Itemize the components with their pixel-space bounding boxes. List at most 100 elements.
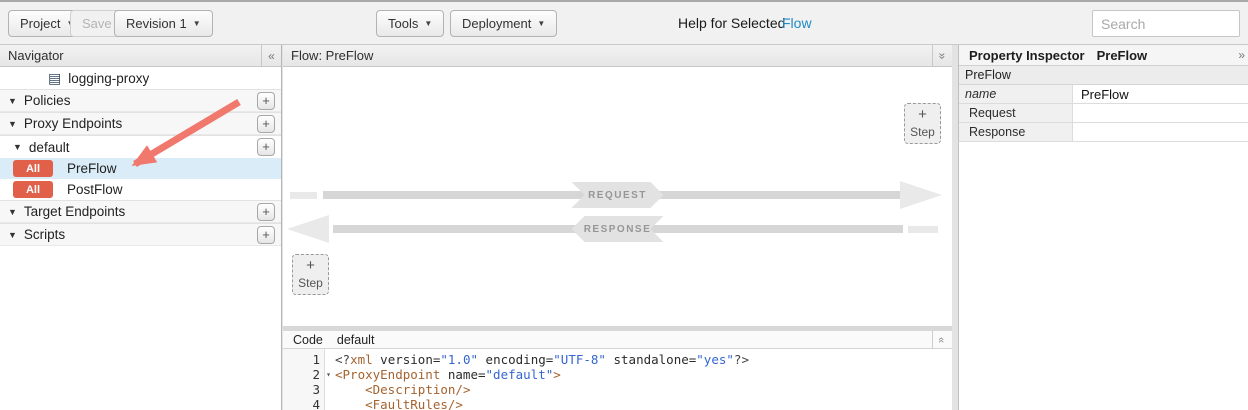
proxy-document-icon: ▤ [48,71,61,85]
flow-panel: Flow: PreFlow » + Step REQUEST RESPONSE … [283,45,952,326]
plus-icon: + [306,259,315,273]
property-value-input[interactable] [1073,123,1248,141]
navigator-panel: Navigator « ▤ logging-proxy ▼ Policies +… [0,45,282,410]
nav-item-postflow[interactable]: All PostFlow [0,179,281,200]
line-number: 1 [283,352,324,367]
chevron-expanded-icon[interactable]: ▼ [8,207,17,217]
preflow-label: PreFlow [67,161,117,176]
response-flow-label[interactable]: RESPONSE [572,216,664,242]
code-line: <ProxyEndpoint name="default"> [335,367,952,382]
project-menu-label: Project [20,16,60,31]
expand-panel-icon[interactable]: » [1238,48,1245,62]
add-policy-button[interactable]: + [257,92,275,110]
nav-section-scripts[interactable]: ▼ Scripts + [0,223,281,246]
save-button-label: Save [82,16,112,31]
target-endpoints-label: Target Endpoints [24,204,125,219]
scripts-label: Scripts [24,227,65,242]
nav-item-preflow[interactable]: All PreFlow [0,158,281,179]
line-number: 3 [283,382,324,397]
tools-menu-button[interactable]: Tools ▼ [376,10,444,37]
search-input[interactable] [1092,10,1240,37]
property-inspector-title: Property Inspector [969,48,1085,63]
chevron-expanded-icon[interactable]: ▼ [8,119,17,129]
top-toolbar: Project ▼ Save Revision 1 ▼ Tools ▼ Depl… [0,0,1248,45]
collapse-down-icon[interactable]: « [932,331,950,349]
nav-section-proxy-endpoints[interactable]: ▼ Proxy Endpoints + [0,112,281,135]
request-flow-label[interactable]: REQUEST [572,182,664,208]
add-flow-button[interactable]: + [257,138,275,156]
deployment-menu-button[interactable]: Deployment ▼ [450,10,557,37]
postflow-label: PostFlow [67,182,123,197]
line-number-gutter: 12▾34 [283,349,325,410]
flow-panel-header: Flow: PreFlow » [283,45,952,67]
collapse-panel-icon[interactable]: « [261,45,281,67]
property-inspector-panel: Property Inspector PreFlow » PreFlow nam… [958,45,1248,410]
add-script-button[interactable]: + [257,226,275,244]
proxy-name-label: logging-proxy [68,71,149,86]
line-number: 2▾ [283,367,324,382]
code-line: <FaultRules/> [335,397,952,410]
chevron-down-icon: ▼ [424,19,432,28]
property-group-label: PreFlow [965,68,1011,82]
code-line: <?xml version="1.0" encoding="UTF-8" sta… [335,352,952,367]
add-step-button[interactable]: + Step [904,103,941,144]
code-panel-header: Code default « [283,331,952,349]
chevron-down-icon: ▼ [193,19,201,28]
tools-menu-label: Tools [388,16,418,31]
proxy-endpoints-label: Proxy Endpoints [24,116,122,131]
policies-label: Policies [24,93,71,108]
flow-canvas: + Step REQUEST RESPONSE + Step [283,67,952,326]
plus-icon: + [918,108,927,122]
response-label-text: RESPONSE [584,224,652,235]
property-row-name: name PreFlow [959,85,1248,104]
request-line-stub [290,192,317,199]
revision-menu-button[interactable]: Revision 1 ▼ [114,10,213,37]
code-panel: Code default « 12▾34 <?xml version="1.0"… [283,331,952,410]
property-value-input[interactable] [1073,104,1248,122]
chevron-expanded-icon[interactable]: ▼ [8,230,17,240]
navigator-title: Navigator [8,48,64,63]
collapse-up-icon[interactable]: » [932,45,952,67]
chevron-expanded-icon[interactable]: ▼ [8,96,17,106]
add-step-label: Step [910,125,935,139]
all-badge: All [13,160,53,177]
property-inspector-subtitle: PreFlow [1097,48,1148,63]
deployment-menu-label: Deployment [462,16,531,31]
property-row-request: Request [959,104,1248,123]
code-editor[interactable]: 12▾34 <?xml version="1.0" encoding="UTF-… [283,349,952,410]
nav-section-target-endpoints[interactable]: ▼ Target Endpoints + [0,200,281,223]
response-line-stub [908,226,938,233]
all-badge: All [13,181,53,198]
flow-panel-title: Flow: PreFlow [291,48,373,63]
line-number: 4 [283,397,324,410]
add-step-button[interactable]: + Step [292,254,329,295]
nav-item-proxy[interactable]: ▤ logging-proxy [0,67,281,89]
request-arrowhead-icon [900,181,942,209]
code-panel-title: Code [293,333,323,347]
response-arrowhead-icon [287,215,329,243]
code-content[interactable]: <?xml version="1.0" encoding="UTF-8" sta… [325,349,952,410]
property-label: Response [959,123,1073,141]
default-endpoint-label: default [29,140,70,155]
help-flow-link[interactable]: Flow [782,15,812,31]
property-label: Request [959,104,1073,122]
property-group-header: PreFlow [959,66,1248,85]
property-value-input[interactable]: PreFlow [1073,85,1248,103]
property-row-response: Response [959,123,1248,142]
chevron-down-icon: ▼ [537,19,545,28]
property-inspector-header: Property Inspector PreFlow » [959,45,1248,66]
add-proxy-endpoint-button[interactable]: + [257,115,275,133]
help-for-selected-text: Help for Selected [678,15,785,31]
request-label-text: REQUEST [588,190,647,201]
fold-marker-icon[interactable]: ▾ [326,367,331,382]
code-panel-subtitle: default [337,333,375,347]
add-target-endpoint-button[interactable]: + [257,203,275,221]
code-line: <Description/> [335,382,952,397]
property-label: name [959,85,1073,103]
navigator-header: Navigator « [0,45,281,67]
add-step-label: Step [298,276,323,290]
nav-item-default-endpoint[interactable]: ▼ default + [0,135,281,158]
chevron-expanded-icon[interactable]: ▼ [13,142,22,152]
nav-section-policies[interactable]: ▼ Policies + [0,89,281,112]
revision-menu-label: Revision 1 [126,16,187,31]
